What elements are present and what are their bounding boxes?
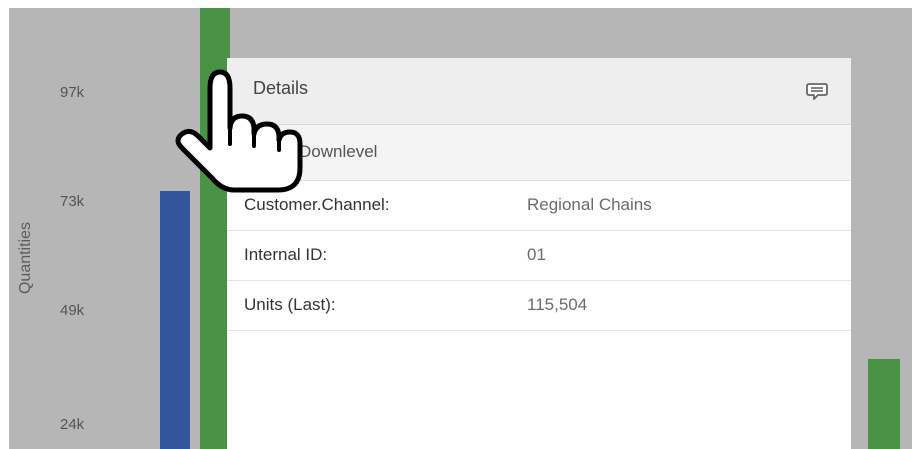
details-subtitle: Downlevel — [299, 142, 378, 161]
details-row-value: 01 — [527, 245, 546, 264]
details-row-key: Units (Last): — [244, 295, 336, 314]
details-row: Internal ID: 01 — [227, 231, 851, 281]
details-panel: Details Downlevel Customer.Channel: Regi… — [227, 58, 851, 449]
details-row-key: Internal ID: — [244, 245, 328, 264]
y-tick-label: 97k — [60, 84, 85, 101]
details-row: Customer.Channel: Regional Chains — [227, 181, 851, 231]
bar-blue[interactable] — [160, 191, 190, 449]
y-tick-label: 49k — [60, 302, 85, 319]
y-tick-label: 24k — [60, 416, 85, 433]
bar-green[interactable] — [868, 359, 900, 449]
hand-pointer-icon — [175, 69, 303, 193]
details-row: Units (Last): 115,504 — [227, 281, 851, 331]
y-axis-title: Quantities — [17, 221, 34, 295]
details-row-value: 115,504 — [527, 295, 588, 314]
comment-icon[interactable] — [806, 82, 828, 102]
details-row-value: Regional Chains — [527, 195, 652, 214]
details-row-key: Customer.Channel: — [244, 195, 390, 214]
details-subtitle-row: Downlevel — [227, 125, 851, 181]
y-tick-label: 73k — [60, 193, 85, 210]
details-header: Details — [227, 58, 851, 125]
